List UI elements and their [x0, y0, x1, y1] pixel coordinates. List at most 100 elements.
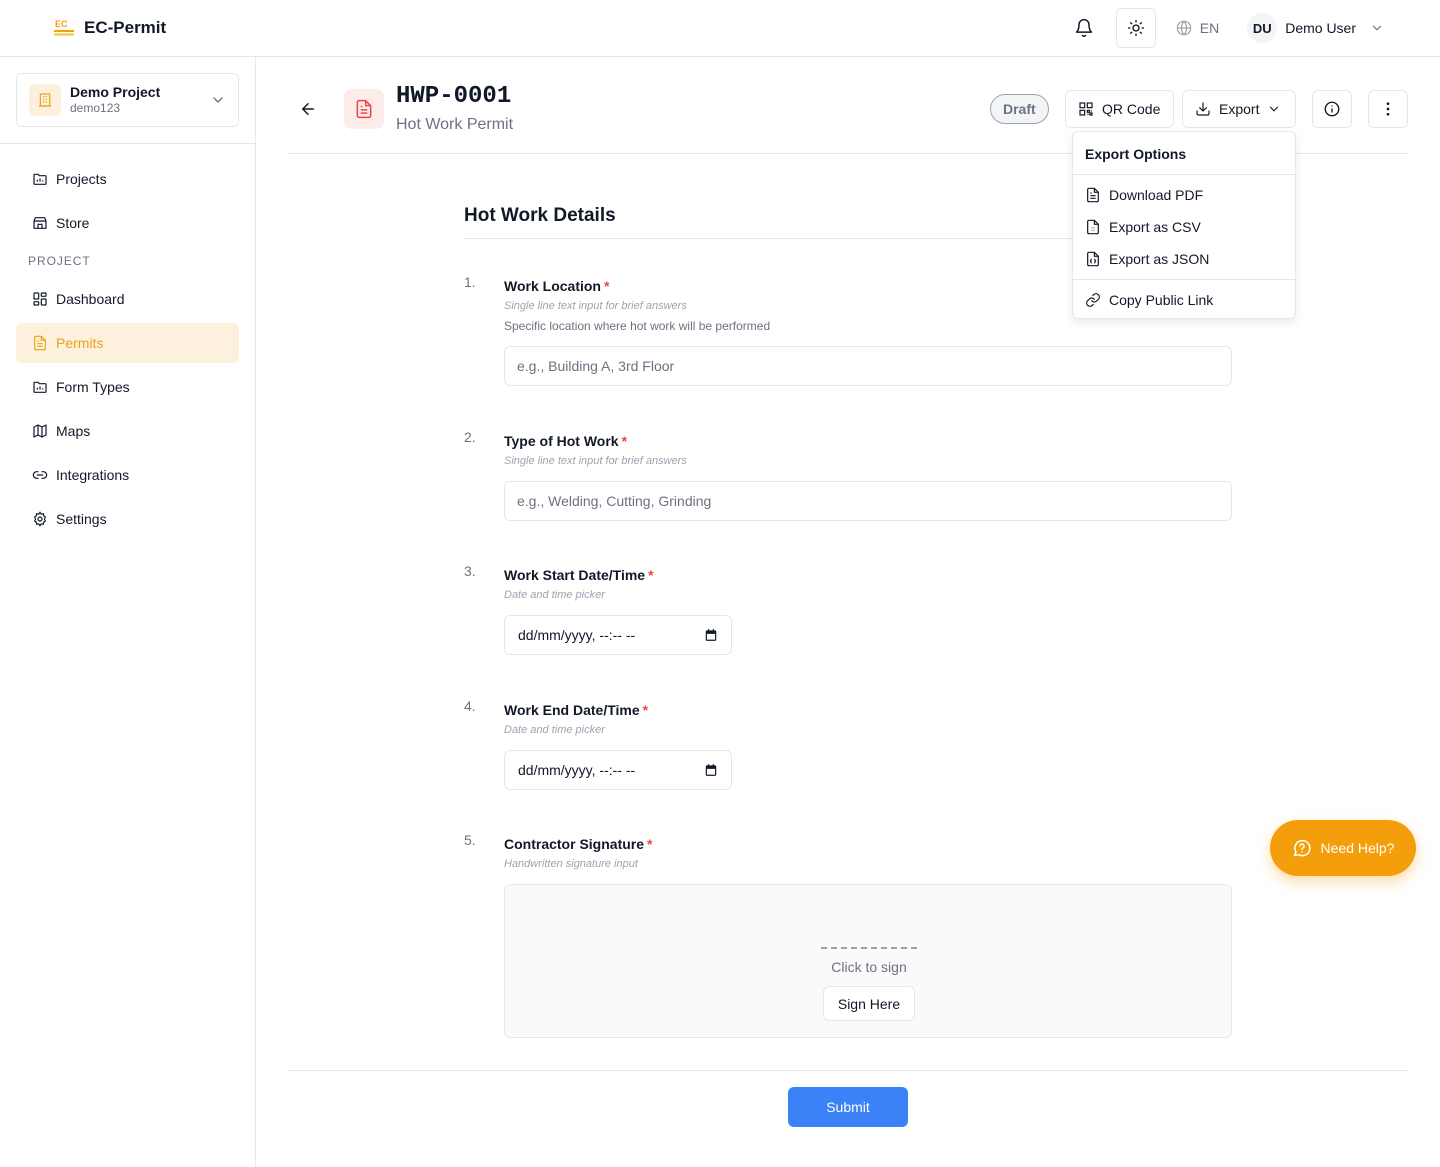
- need-help-label: Need Help?: [1320, 840, 1395, 856]
- menu-item-copy-public-link[interactable]: Copy Public Link: [1077, 284, 1291, 316]
- dashboard-icon: [32, 291, 48, 307]
- sidebar-item-label: Form Types: [56, 379, 130, 395]
- menu-item-label: Download PDF: [1109, 187, 1204, 203]
- submit-button[interactable]: Submit: [788, 1087, 908, 1127]
- signature-pad[interactable]: Click to sign Sign Here: [504, 884, 1232, 1038]
- more-options-button[interactable]: [1368, 90, 1408, 128]
- sidebar-item-maps[interactable]: Maps: [16, 411, 239, 451]
- sidebar-item-dashboard[interactable]: Dashboard: [16, 279, 239, 319]
- sidebar-item-label: Dashboard: [56, 291, 125, 307]
- menu-item-label: Export as CSV: [1109, 219, 1201, 235]
- field-number: 3.: [464, 563, 476, 579]
- calendar-icon[interactable]: [704, 763, 718, 777]
- sidebar-item-form-types[interactable]: Form Types: [16, 367, 239, 407]
- sidebar-item-settings[interactable]: Settings: [16, 499, 239, 539]
- chat-help-icon: [1292, 838, 1312, 858]
- menu-divider: [1073, 279, 1295, 280]
- qr-code-button[interactable]: QR Code: [1065, 90, 1174, 128]
- menu-item-export-csv[interactable]: Export as CSV: [1077, 211, 1291, 243]
- status-badge: Draft: [990, 94, 1049, 124]
- datetime-value: dd/mm/yyyy, --:-- --: [518, 762, 636, 778]
- sidebar-nav-top: Projects Store PROJECT Dashboard Permits: [16, 159, 239, 543]
- folder-icon: [32, 379, 48, 395]
- back-button[interactable]: [296, 97, 320, 121]
- svg-text:EC: EC: [55, 19, 68, 29]
- sidebar: Demo Project demo123 Projects Store PROJ…: [0, 57, 256, 1167]
- info-button[interactable]: [1312, 90, 1352, 128]
- sign-here-button[interactable]: Sign Here: [823, 986, 915, 1021]
- permit-icon-badge: [344, 89, 384, 129]
- language-selector[interactable]: EN: [1176, 20, 1219, 36]
- field-description: Specific location where hot work will be…: [504, 319, 771, 333]
- sidebar-item-integrations[interactable]: Integrations: [16, 455, 239, 495]
- sidebar-item-label: Store: [56, 215, 90, 231]
- arrow-left-icon: [299, 100, 317, 118]
- field-label: Work Start Date/Time *: [504, 567, 654, 583]
- project-switcher[interactable]: Demo Project demo123: [16, 73, 239, 127]
- building-icon: [29, 84, 61, 116]
- map-icon: [32, 423, 48, 439]
- top-bar: EC EC-Permit EN DU Demo User: [0, 0, 1440, 57]
- need-help-button[interactable]: Need Help?: [1270, 820, 1416, 876]
- work-end-datetime-input[interactable]: dd/mm/yyyy, --:-- --: [504, 750, 732, 790]
- calendar-icon[interactable]: [704, 628, 718, 642]
- project-slug: demo123: [70, 101, 121, 115]
- page-subtitle: Hot Work Permit: [396, 116, 514, 133]
- export-menu-title: Export Options: [1085, 146, 1187, 162]
- download-icon: [1195, 101, 1211, 117]
- sidebar-item-store[interactable]: Store: [16, 203, 239, 243]
- sidebar-item-label: Maps: [56, 423, 91, 439]
- menu-item-label: Copy Public Link: [1109, 292, 1214, 308]
- sidebar-item-label: Projects: [56, 171, 107, 187]
- file-pdf-icon: [1085, 187, 1101, 203]
- sidebar-divider: [0, 143, 255, 144]
- sidebar-item-permits[interactable]: Permits: [16, 323, 239, 363]
- app-name: EC-Permit: [84, 18, 167, 37]
- sidebar-item-label: Integrations: [56, 467, 130, 483]
- file-csv-icon: [1085, 219, 1101, 235]
- required-marker: *: [603, 278, 610, 294]
- bell-icon: [1074, 18, 1094, 38]
- brand[interactable]: EC EC-Permit: [52, 16, 166, 40]
- theme-toggle-button[interactable]: [1115, 8, 1156, 48]
- file-json-icon: [1085, 251, 1101, 267]
- datetime-value: dd/mm/yyyy, --:-- --: [518, 627, 636, 643]
- user-menu[interactable]: DU Demo User: [1247, 13, 1384, 43]
- more-vertical-icon: [1379, 100, 1397, 118]
- chevron-down-icon: [1370, 21, 1384, 35]
- field-label: Work End Date/Time *: [504, 702, 649, 718]
- field-number: 4.: [464, 698, 476, 714]
- work-location-input[interactable]: [504, 346, 1232, 386]
- work-start-datetime-input[interactable]: dd/mm/yyyy, --:-- --: [504, 615, 732, 655]
- brand-logo-icon: EC: [52, 16, 76, 40]
- form-section-title: Hot Work Details: [464, 205, 616, 226]
- hot-work-type-input[interactable]: [504, 481, 1232, 521]
- store-icon: [32, 215, 48, 231]
- folder-chart-icon: [32, 171, 48, 187]
- field-body: Work End Date/Time * Date and time picker…: [504, 698, 1232, 790]
- footer-divider: [288, 1070, 1408, 1071]
- chevron-down-icon: [1267, 102, 1281, 116]
- top-actions: EN DU Demo User: [1064, 8, 1384, 48]
- field-number: 5.: [464, 832, 476, 848]
- sidebar-item-label: Permits: [56, 335, 104, 351]
- export-button[interactable]: Export: [1182, 90, 1296, 128]
- notifications-button[interactable]: [1064, 8, 1104, 48]
- info-icon: [1323, 100, 1341, 118]
- field-number: 2.: [464, 429, 476, 445]
- sidebar-item-projects[interactable]: Projects: [16, 159, 239, 199]
- language-code: EN: [1199, 20, 1220, 36]
- required-marker: *: [621, 433, 628, 449]
- user-name: Demo User: [1285, 20, 1356, 36]
- field-body: Type of Hot Work * Single line text input…: [504, 429, 1232, 521]
- field-number: 1.: [464, 274, 476, 290]
- export-dropdown-menu: Export Options Download PDF Export as CS…: [1072, 131, 1296, 319]
- field-body: Work Start Date/Time * Date and time pick…: [504, 563, 1232, 655]
- qr-code-label: QR Code: [1102, 101, 1161, 117]
- field-hint: Date and time picker: [504, 589, 605, 601]
- link-icon: [32, 467, 48, 483]
- avatar: DU: [1247, 13, 1278, 43]
- field-hint: Handwritten signature input: [504, 858, 638, 870]
- menu-item-export-json[interactable]: Export as JSON: [1077, 243, 1291, 275]
- menu-item-download-pdf[interactable]: Download PDF: [1077, 179, 1291, 211]
